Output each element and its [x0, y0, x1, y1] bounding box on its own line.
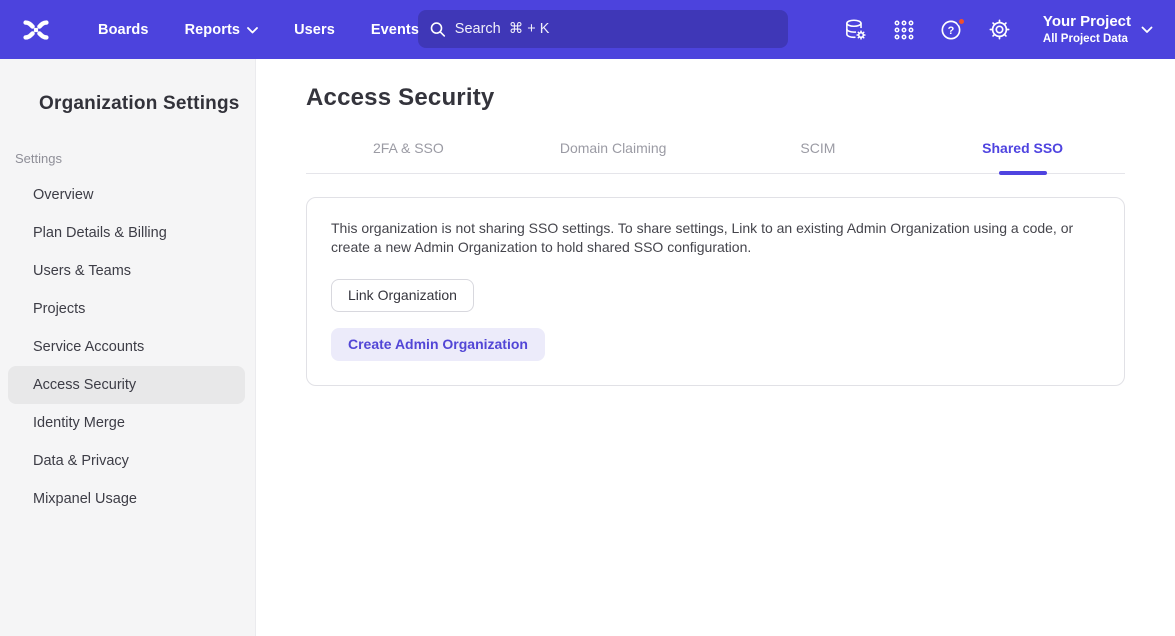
mixpanel-logo-icon	[22, 16, 50, 44]
tab-domain-claiming[interactable]: Domain Claiming	[511, 140, 716, 173]
sidebar-item-projects[interactable]: Projects	[8, 290, 245, 328]
project-info: Your Project All Project Data	[1043, 13, 1131, 46]
link-organization-button[interactable]: Link Organization	[331, 279, 474, 312]
sidebar-item-users-teams[interactable]: Users & Teams	[8, 252, 245, 290]
apps-grid-button[interactable]	[885, 11, 923, 49]
page-title: Access Security	[306, 84, 1125, 112]
sidebar-title: Organization Settings	[0, 93, 255, 115]
chevron-down-icon	[1141, 26, 1153, 34]
shared-sso-card: This organization is not sharing SSO set…	[306, 197, 1125, 386]
gear-icon	[987, 17, 1012, 42]
nav-item-label: Boards	[98, 22, 149, 38]
global-search[interactable]	[418, 10, 788, 48]
data-management-button[interactable]	[837, 11, 875, 49]
top-navigation-bar: Boards Reports Users Events	[0, 0, 1175, 59]
apps-grid-icon	[892, 18, 916, 42]
main-panel: Access Security 2FA & SSO Domain Claimin…	[256, 59, 1175, 636]
project-name: Your Project	[1043, 13, 1131, 32]
nav-item-label: Users	[294, 22, 335, 38]
topbar-right-actions: ? Your Project All Project Data	[837, 0, 1161, 59]
project-switcher[interactable]: Your Project All Project Data	[1035, 7, 1161, 52]
nav-item-users[interactable]: Users	[276, 12, 353, 48]
notification-badge	[957, 17, 966, 26]
search-input[interactable]	[455, 21, 776, 37]
help-button[interactable]: ?	[933, 11, 971, 49]
nav-item-label: Reports	[185, 22, 241, 38]
nav-item-reports[interactable]: Reports	[167, 12, 277, 48]
create-admin-organization-button[interactable]: Create Admin Organization	[331, 328, 545, 361]
sidebar-section-label: Settings	[0, 151, 255, 166]
nav-item-label: Events	[371, 22, 419, 38]
primary-nav: Boards Reports Users Events	[80, 12, 437, 48]
shared-sso-description: This organization is not sharing SSO set…	[331, 219, 1091, 257]
chevron-down-icon	[247, 27, 258, 34]
sidebar-item-mixpanel-usage[interactable]: Mixpanel Usage	[8, 480, 245, 518]
database-gear-icon	[843, 17, 868, 42]
tab-bar: 2FA & SSO Domain Claiming SCIM Shared SS…	[306, 140, 1125, 174]
project-scope: All Project Data	[1043, 32, 1131, 46]
sidebar-item-plan-details-billing[interactable]: Plan Details & Billing	[8, 214, 245, 252]
card-actions: Link Organization Create Admin Organizat…	[331, 257, 1100, 361]
tab-shared-sso[interactable]: Shared SSO	[920, 140, 1125, 173]
search-icon	[430, 21, 446, 38]
sidebar-item-service-accounts[interactable]: Service Accounts	[8, 328, 245, 366]
sidebar-item-identity-merge[interactable]: Identity Merge	[8, 404, 245, 442]
svg-text:?: ?	[948, 25, 955, 37]
sidebar-item-access-security[interactable]: Access Security	[8, 366, 245, 404]
sidebar-list: Overview Plan Details & Billing Users & …	[0, 176, 255, 518]
settings-button[interactable]	[981, 11, 1019, 49]
nav-item-boards[interactable]: Boards	[80, 12, 167, 48]
tab-scim[interactable]: SCIM	[716, 140, 921, 173]
settings-sidebar: Organization Settings Settings Overview …	[0, 59, 256, 636]
mixpanel-logo[interactable]	[16, 10, 56, 50]
sidebar-item-overview[interactable]: Overview	[8, 176, 245, 214]
sidebar-item-data-privacy[interactable]: Data & Privacy	[8, 442, 245, 480]
tab-2fa-sso[interactable]: 2FA & SSO	[306, 140, 511, 173]
